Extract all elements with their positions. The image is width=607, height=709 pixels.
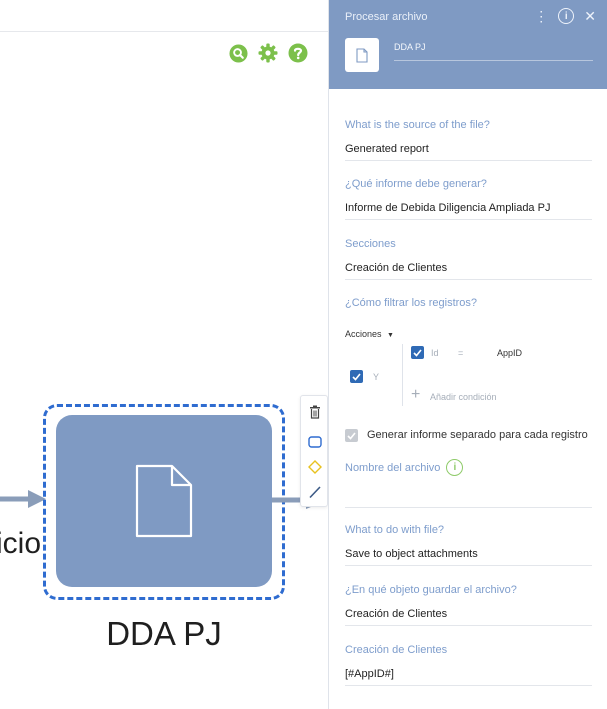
caret-down-icon: ▼ bbox=[387, 332, 394, 339]
canvas-divider bbox=[0, 31, 328, 32]
file-name-field[interactable]: Nombre del archivo i bbox=[345, 459, 464, 476]
panel-title: Procesar archivo bbox=[345, 11, 428, 23]
info-icon[interactable]: i bbox=[558, 8, 575, 24]
process-designer: icio DDA PJ Procesar archivo ⋮ i ✕ DDA P… bbox=[0, 0, 607, 709]
field-label: Nombre del archivo bbox=[345, 461, 441, 474]
search-icon[interactable] bbox=[228, 43, 248, 63]
panel-header: Procesar archivo ⋮ i ✕ DDA PJ bbox=[329, 0, 607, 89]
previous-element-label: icio bbox=[0, 527, 42, 560]
element-type-tile bbox=[345, 38, 379, 72]
field-value[interactable]: [#AppID#] bbox=[345, 668, 592, 686]
file-action-field[interactable]: What to do with file? Save to object att… bbox=[345, 524, 592, 566]
and-group-checkbox[interactable] bbox=[350, 370, 363, 383]
condition-value[interactable]: AppID bbox=[497, 348, 522, 358]
delete-icon[interactable] bbox=[307, 404, 323, 420]
help-icon[interactable] bbox=[288, 43, 308, 63]
close-icon[interactable]: ✕ bbox=[584, 7, 596, 25]
and-label: Y bbox=[373, 372, 380, 382]
field-value[interactable]: Save to object attachments bbox=[345, 548, 592, 566]
field-label: Secciones bbox=[345, 238, 396, 250]
element-mini-toolbar bbox=[300, 395, 328, 507]
incoming-flow-arrow[interactable] bbox=[0, 489, 48, 509]
more-icon[interactable]: ⋮ bbox=[534, 7, 548, 25]
object-record-field[interactable]: Creación de Clientes [#AppID#] bbox=[345, 644, 592, 686]
separate-report-label: Generar informe separado para cada regis… bbox=[367, 429, 588, 441]
actions-label: Acciones bbox=[345, 329, 382, 339]
file-source-field[interactable]: What is the source of the file? Generate… bbox=[345, 119, 592, 161]
field-value[interactable]: Creación de Clientes bbox=[345, 262, 592, 280]
properties-panel: Procesar archivo ⋮ i ✕ DDA PJ What is th… bbox=[328, 0, 607, 709]
field-value[interactable]: Generated report bbox=[345, 143, 592, 161]
add-connector-icon[interactable] bbox=[307, 484, 323, 500]
field-label: Creación de Clientes bbox=[345, 644, 448, 656]
field-value[interactable]: Creación de Clientes bbox=[345, 608, 592, 626]
add-task-icon[interactable] bbox=[307, 434, 323, 450]
field-label: ¿En qué objeto guardar el archivo? bbox=[345, 584, 517, 596]
add-gateway-icon[interactable] bbox=[307, 459, 323, 475]
file-name-input-line[interactable] bbox=[345, 507, 592, 508]
element-name-input[interactable]: DDA PJ bbox=[394, 42, 593, 61]
process-file-task[interactable] bbox=[56, 415, 272, 587]
save-object-field[interactable]: ¿En qué objeto guardar el archivo? Creac… bbox=[345, 584, 592, 626]
file-icon bbox=[356, 47, 368, 63]
field-label: ¿Qué informe debe generar? bbox=[345, 178, 487, 190]
condition-group-line bbox=[402, 344, 403, 406]
filter-label: ¿Cómo filtrar los registros? bbox=[345, 297, 478, 309]
gear-icon[interactable] bbox=[258, 43, 278, 63]
info-icon[interactable]: i bbox=[446, 459, 464, 476]
plus-icon[interactable]: + bbox=[411, 387, 420, 403]
separate-report-checkbox[interactable] bbox=[345, 429, 358, 442]
report-field[interactable]: ¿Qué informe debe generar? Informe de De… bbox=[345, 178, 592, 220]
field-label: What is the source of the file? bbox=[345, 119, 490, 131]
filter-label-block: ¿Cómo filtrar los registros? bbox=[345, 297, 592, 309]
add-condition-link[interactable]: Añadir condición bbox=[430, 392, 497, 402]
condition-field[interactable]: Id bbox=[431, 348, 439, 358]
task-label: DDA PJ bbox=[106, 615, 222, 652]
actions-dropdown[interactable]: Acciones ▼ bbox=[345, 329, 394, 339]
condition-operator[interactable]: = bbox=[458, 348, 463, 358]
sections-field[interactable]: Secciones Creación de Clientes bbox=[345, 238, 592, 280]
field-value[interactable]: Informe de Debida Diligencia Ampliada PJ bbox=[345, 202, 592, 220]
field-label: What to do with file? bbox=[345, 524, 445, 536]
condition-checkbox[interactable] bbox=[411, 346, 424, 359]
process-canvas[interactable]: icio DDA PJ bbox=[0, 0, 328, 709]
document-icon bbox=[135, 464, 193, 538]
